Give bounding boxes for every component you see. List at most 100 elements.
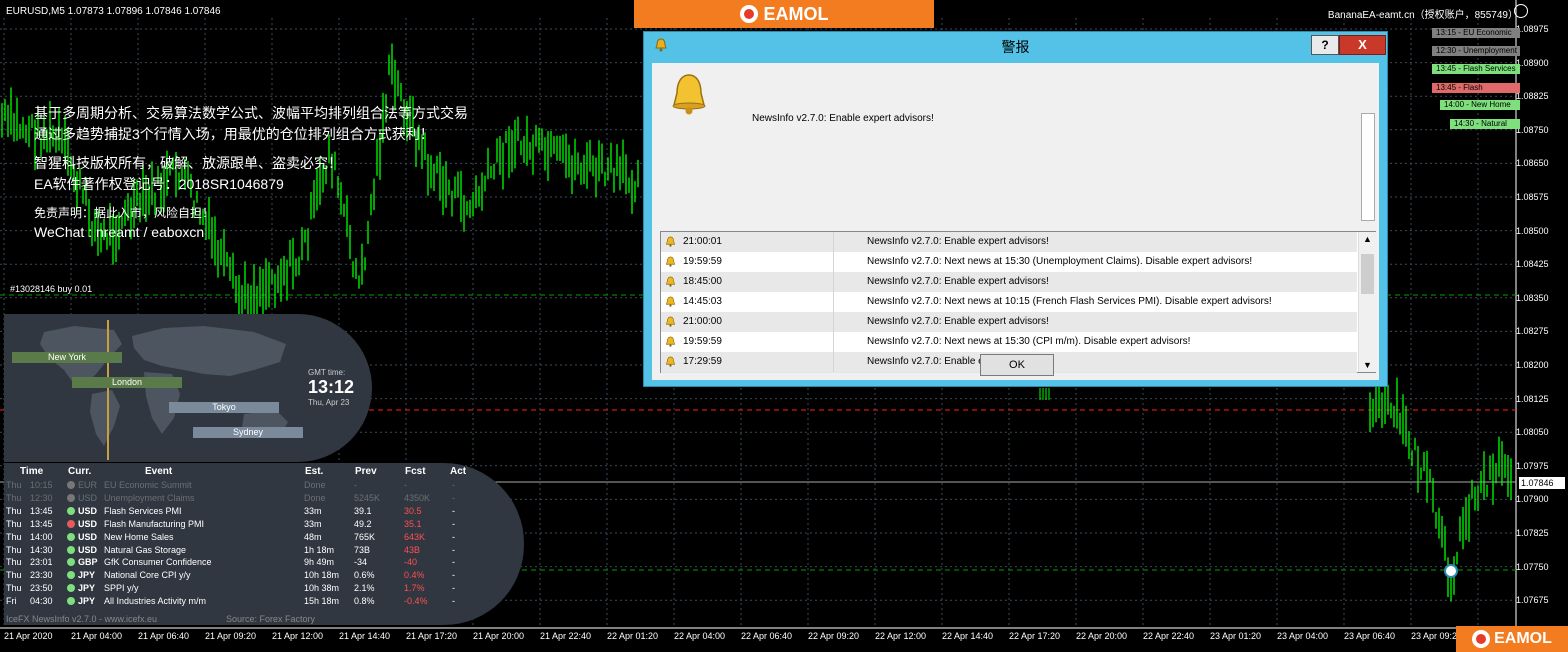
scroll-thumb[interactable] — [1361, 254, 1374, 294]
news-cell-act: - — [452, 570, 455, 581]
impact-dot-icon — [67, 506, 75, 515]
trade-marker-icon[interactable] — [1444, 564, 1458, 578]
alert-text: NewsInfo v2.7.0: Next news at 15:30 (Une… — [867, 256, 1253, 267]
news-cell-act: - — [452, 583, 455, 594]
ok-button[interactable]: OK — [980, 354, 1054, 376]
time-tick-label: 22 Apr 01:20 — [607, 631, 659, 641]
news-cell-fcst: -40 — [404, 557, 418, 568]
news-cell-fcst: 643K — [404, 531, 426, 542]
column-divider — [833, 312, 834, 332]
info-line-1: 基于多周期分析、交易算法数学公式、波幅平均排列组合法等方式交易 — [34, 105, 468, 121]
news-cell-event: New Home Sales — [104, 531, 174, 542]
alert-row[interactable]: 19:59:59 NewsInfo v2.7.0: Next news at 15… — [661, 252, 1357, 273]
bell-row-icon — [665, 276, 676, 287]
col-forecast: Fcst — [405, 466, 426, 477]
news-cell-event: Flash Manufacturing PMI — [104, 518, 205, 529]
news-cell-act: - — [452, 544, 455, 555]
broker-label: BananaEA-eamt.cn（授权账户，855749） — [1327, 10, 1518, 21]
news-cell-time: 23:01 — [30, 557, 53, 568]
info-line-3: 智猩科技版权所有，破解、放源跟单、盗卖必究！ — [34, 155, 342, 171]
time-tick-label: 23 Apr 04:00 — [1277, 631, 1329, 641]
news-cell-prev: 0.8% — [354, 596, 375, 607]
bell-row-icon — [665, 236, 676, 247]
time-tick-label: 21 Apr 14:40 — [339, 631, 391, 641]
message-scrollbar[interactable] — [1361, 113, 1375, 221]
alert-row[interactable]: 18:45:00 NewsInfo v2.7.0: Enable expert a… — [661, 272, 1357, 293]
price-tick-label: 1.08500 — [1516, 225, 1549, 236]
scroll-down-icon[interactable]: ▼ — [1359, 358, 1376, 372]
price-tick-label: 1.08650 — [1516, 158, 1549, 169]
news-cell-est: 33m — [304, 505, 322, 516]
price-tick-label: 1.08200 — [1516, 360, 1549, 370]
news-cell-fcst: 43B — [404, 544, 421, 555]
news-tag: 13:45 - Flash Manufacturing PMI — [1432, 83, 1520, 93]
alert-row[interactable]: 19:59:59 NewsInfo v2.7.0: Next news at 15… — [661, 332, 1357, 353]
news-cell-day: Thu — [6, 570, 22, 581]
news-cell-prev: 49.2 — [354, 518, 372, 529]
alert-text: NewsInfo v2.7.0: Enable expert advisors! — [867, 236, 1049, 247]
impact-dot-icon — [67, 519, 75, 528]
time-tick-label: 23 Apr 06:40 — [1344, 631, 1396, 641]
news-cell-fcst: -0.4% — [404, 596, 428, 607]
gmt-time: 13:12 — [308, 377, 355, 397]
city-sydney: Sydney — [193, 427, 303, 438]
time-tick-label: 21 Apr 04:00 — [71, 631, 123, 641]
price-tick-label: 1.08825 — [1516, 91, 1549, 102]
column-divider — [833, 332, 834, 352]
alert-row[interactable]: 14:45:03 NewsInfo v2.7.0: Next news at 10… — [661, 292, 1357, 313]
info-line-6: WeChat : nreamt / eaboxcn — [34, 224, 205, 240]
bell-row-icon — [665, 336, 676, 347]
price-tick-label: 1.08050 — [1516, 427, 1549, 438]
smiley-icon — [1514, 4, 1528, 18]
news-cell-curr: JPY — [78, 570, 96, 581]
news-cell-est: 33m — [304, 518, 322, 529]
news-cell-day: Thu — [6, 583, 22, 594]
news-footer-right: Source: Forex Factory — [226, 614, 316, 624]
alert-time: 21:00:00 — [683, 316, 722, 327]
news-cell-est: Done — [304, 492, 326, 503]
current-price-badge: 1.07846 — [1519, 477, 1565, 489]
close-button[interactable]: X — [1339, 35, 1386, 55]
news-cell-prev: 5245K — [354, 492, 381, 503]
news-cell-prev: -34 — [354, 557, 368, 568]
news-cell-time: 14:00 — [30, 531, 53, 542]
price-tick-label: 1.08350 — [1516, 292, 1549, 303]
news-cell-curr: USD — [78, 531, 98, 542]
alert-time: 19:59:59 — [683, 336, 722, 347]
message-area: NewsInfo v2.7.0: Enable expert advisors! — [654, 65, 1376, 221]
news-cell-fcst: 0.4% — [404, 570, 425, 581]
info-line-5: 免责声明：据此入市，风险自担！ — [34, 206, 215, 220]
news-cell-curr: EUR — [78, 480, 98, 490]
news-cell-time: 23:30 — [30, 570, 53, 581]
col-actual: Act — [450, 466, 467, 477]
time-tick-label: 21 Apr 17:20 — [406, 631, 458, 641]
col-previous: Prev — [355, 466, 377, 477]
impact-dot-icon — [67, 532, 75, 541]
col-time: Time — [20, 466, 44, 477]
alert-message: NewsInfo v2.7.0: Enable expert advisors! — [752, 113, 934, 124]
news-cell-day: Thu — [6, 480, 22, 490]
city-tokyo: Tokyo — [169, 402, 279, 413]
alert-time: 18:45:00 — [683, 276, 722, 287]
news-cell-prev: - — [354, 480, 357, 490]
price-tick-label: 1.07750 — [1516, 561, 1549, 572]
help-button[interactable]: ? — [1311, 35, 1339, 55]
eamol-logo-icon-small — [1472, 630, 1491, 648]
news-tag: 12:30 - Unemployment Claims — [1432, 46, 1520, 56]
order-label: #13028146 buy 0.01 — [10, 284, 93, 294]
list-scrollbar[interactable]: ▲ ▼ — [1358, 232, 1376, 372]
alert-row[interactable]: 21:00:01 NewsInfo v2.7.0: Enable expert a… — [661, 232, 1357, 253]
time-tick-label: 23 Apr 09:20 — [1411, 631, 1463, 641]
news-cell-day: Thu — [6, 544, 22, 555]
time-tick-label: 22 Apr 06:40 — [741, 631, 793, 641]
price-tick-label: 1.07675 — [1516, 595, 1549, 606]
alert-row[interactable]: 21:00:00 NewsInfo v2.7.0: Enable expert a… — [661, 312, 1357, 333]
alert-time: 21:00:01 — [683, 236, 722, 247]
scroll-up-icon[interactable]: ▲ — [1359, 232, 1376, 246]
news-cell-prev: 0.6% — [354, 570, 375, 581]
bell-row-icon — [665, 356, 676, 367]
impact-dot-icon — [67, 545, 75, 554]
eamol-logo-icon — [739, 5, 758, 23]
news-cell-curr: JPY — [78, 583, 96, 594]
time-tick-label: 22 Apr 17:20 — [1009, 631, 1061, 641]
